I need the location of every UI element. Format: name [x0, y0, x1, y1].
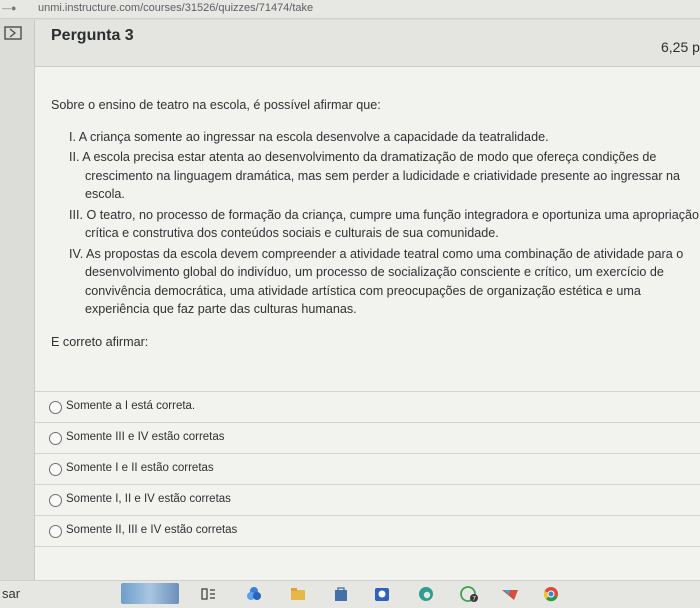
question-stem: Sobre o ensino de teatro na escola, é po… [51, 98, 381, 112]
radio-button[interactable] [49, 401, 62, 414]
file-explorer-icon[interactable] [289, 585, 307, 603]
radio-button[interactable] [49, 494, 62, 507]
site-info-icon[interactable]: —● [2, 3, 16, 13]
answer-label[interactable]: Somente III e IV estão corretas [66, 431, 225, 443]
question-prompt: E correto afirmar: [51, 334, 149, 349]
office-icon[interactable] [373, 585, 391, 603]
radio-button[interactable] [49, 525, 62, 538]
question-body: Sobre o ensino de teatro na escola, é po… [51, 96, 700, 351]
question-card: Pergunta 3 6,25 p Sobre o ensino de teat… [34, 20, 700, 580]
taskbar: sar 7 [0, 580, 700, 608]
store-icon[interactable] [332, 585, 350, 603]
answer-label[interactable]: Somente a I está correta. [66, 400, 195, 412]
answer-option[interactable]: Somente a I está correta. [35, 392, 700, 423]
radio-button[interactable] [49, 463, 62, 476]
statement-item: III. O teatro, no processo de formação d… [69, 207, 700, 241]
answer-list: Somente a I está correta. Somente III e … [35, 391, 700, 547]
answer-label[interactable]: Somente I, II e IV estão corretas [66, 493, 231, 505]
answer-label[interactable]: Somente I e II estão corretas [66, 462, 214, 474]
answer-option[interactable]: Somente II, III e IV estão corretas [35, 516, 700, 547]
media-app-icon[interactable] [500, 585, 518, 603]
question-points: 6,25 p [661, 39, 700, 55]
task-view-icon[interactable] [199, 585, 217, 603]
chrome-icon[interactable] [542, 585, 560, 603]
app-icon-petals[interactable] [245, 585, 263, 603]
url-text[interactable]: unmi.instructure.com/courses/31526/quizz… [38, 2, 313, 14]
question-header: Pergunta 3 6,25 p [35, 20, 700, 67]
statement-item: I. A criança somente ao ingressar na esc… [69, 129, 549, 144]
whatsapp-icon[interactable]: 7 [459, 585, 478, 603]
radio-button[interactable] [49, 432, 62, 445]
answer-label[interactable]: Somente II, III e IV estão corretas [66, 524, 237, 536]
statement-item: IV. As propostas da escola devem compree… [69, 246, 684, 317]
question-title: Pergunta 3 [51, 27, 134, 44]
browser-address-bar[interactable]: —● unmi.instructure.com/courses/31526/qu… [0, 0, 700, 19]
answer-option[interactable]: Somente III e IV estão corretas [35, 423, 700, 454]
taskbar-window-thumbnail[interactable] [121, 583, 179, 604]
taskbar-search-text[interactable]: sar [2, 586, 20, 601]
answer-option[interactable]: Somente I, II e IV estão corretas [35, 485, 700, 516]
edge-browser-icon[interactable] [417, 585, 435, 603]
statement-list: I. A criança somente ao ingressar na esc… [51, 128, 700, 319]
statement-item: II. A escola precisa estar atenta ao des… [69, 150, 681, 201]
collapse-sidebar-icon[interactable] [4, 26, 44, 44]
answer-option[interactable]: Somente I e II estão corretas [35, 454, 700, 485]
